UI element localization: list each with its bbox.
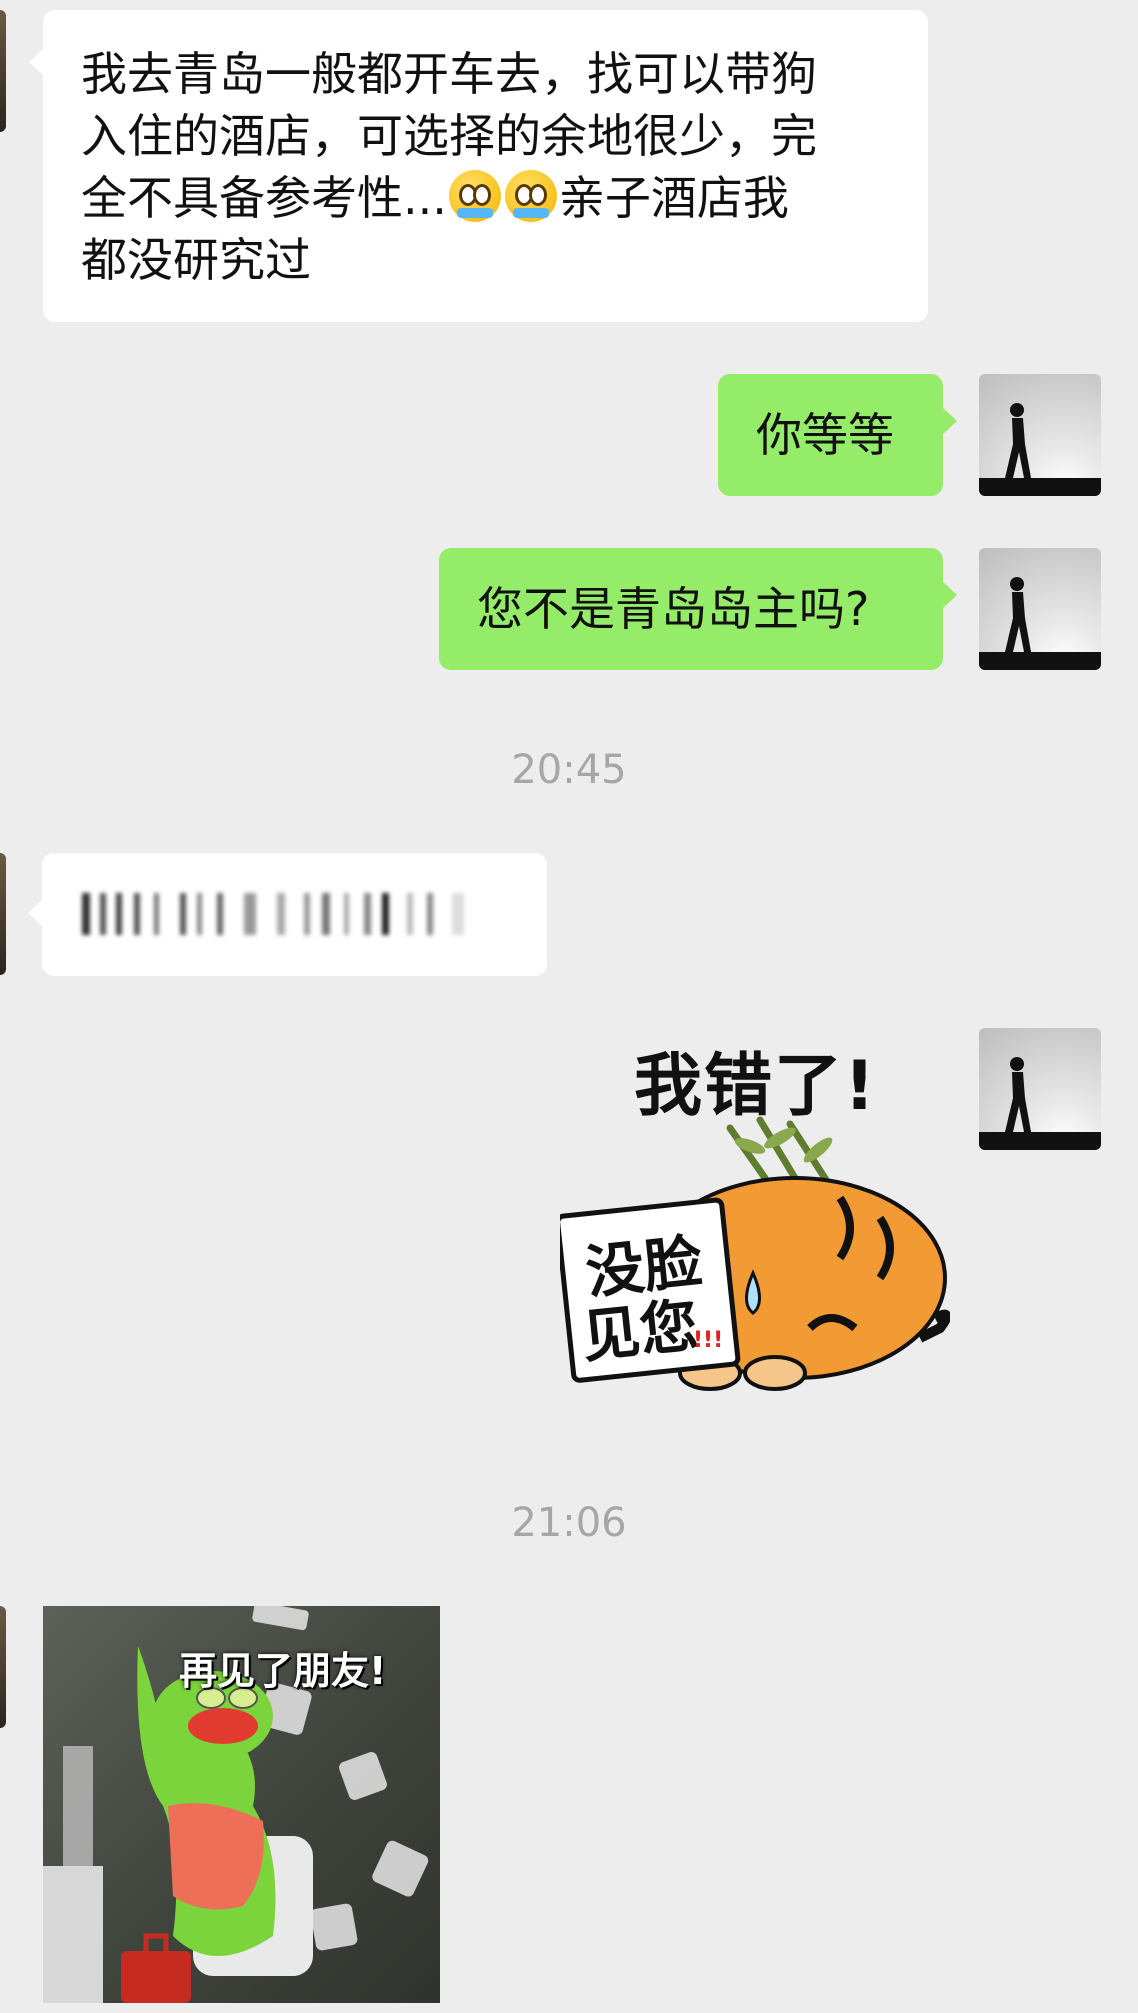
- sticker-caption: 再见了朋友!: [179, 1649, 387, 1693]
- contact-avatar[interactable]: [0, 1606, 6, 1728]
- timestamp: 20:45: [511, 747, 627, 793]
- message-text-line: 全不具备参考性... 亲子酒店我: [81, 170, 789, 225]
- contact-avatar[interactable]: [0, 10, 6, 132]
- walking-silhouette-icon: [979, 577, 1101, 670]
- outgoing-message-bubble[interactable]: 你等等: [718, 374, 957, 496]
- incoming-message-bubble[interactable]: [28, 853, 547, 976]
- walking-silhouette-icon: [979, 403, 1101, 496]
- blurred-text: [82, 893, 502, 935]
- outgoing-message-bubble[interactable]: 您不是青岛岛主吗?: [439, 548, 957, 670]
- contact-avatar[interactable]: [0, 853, 6, 975]
- my-avatar[interactable]: [979, 548, 1101, 670]
- my-avatar[interactable]: [979, 374, 1101, 496]
- message-text-line: 入住的酒店，可选择的余地很少，完: [81, 109, 817, 163]
- sign-text-line2: 见您: [578, 1291, 702, 1371]
- crying-face-icon: [448, 170, 501, 222]
- exclamation-marks: !!!: [693, 1328, 724, 1353]
- message-text: 你等等: [756, 408, 894, 462]
- image-sticker[interactable]: 再见了朋友!: [43, 1606, 440, 2003]
- message-text-line: 都没研究过: [81, 233, 311, 287]
- timestamp: 21:06: [511, 1500, 627, 1546]
- message-text-line: 我去青岛一般都开车去，找可以带狗: [81, 47, 817, 101]
- my-avatar[interactable]: [979, 1028, 1101, 1150]
- walking-silhouette-icon: [979, 1057, 1101, 1150]
- incoming-message-bubble[interactable]: 我去青岛一般都开车去，找可以带狗 入住的酒店，可选择的余地很少，完 全不具备参考…: [29, 10, 928, 322]
- tiger-sticker[interactable]: 我错了! 没脸 见您 !!!: [560, 1028, 950, 1408]
- message-text: 您不是青岛岛主吗?: [477, 582, 870, 636]
- crying-face-icon: [504, 170, 557, 222]
